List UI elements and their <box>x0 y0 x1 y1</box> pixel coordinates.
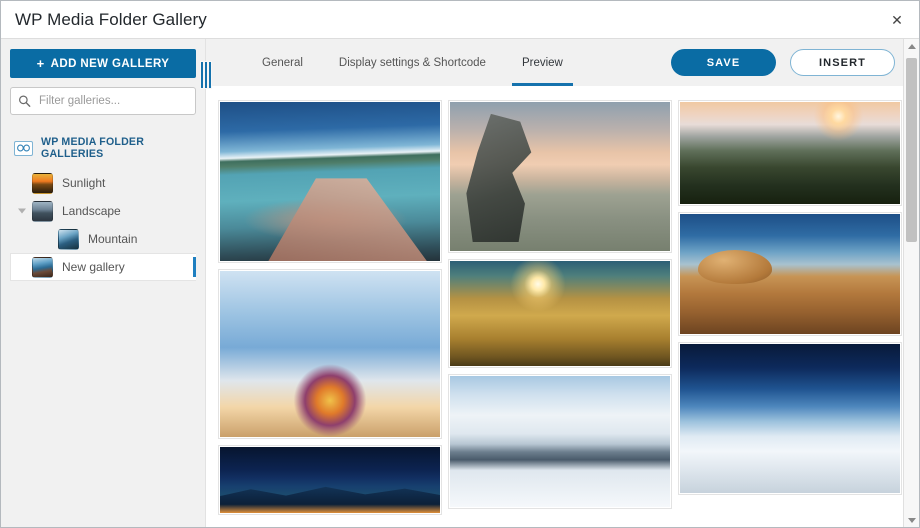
gallery-image-balanced-rock-desert[interactable] <box>678 212 902 336</box>
image-thumbnail <box>680 344 900 493</box>
modal-titlebar: WP Media Folder Gallery ✕ <box>1 1 919 39</box>
grip-line <box>209 62 211 88</box>
image-thumbnail <box>680 102 900 204</box>
modal-body: + ADD NEW GALLERY <box>1 39 919 527</box>
sidebar-item-label: Mountain <box>88 232 137 246</box>
gallery-column <box>448 100 672 509</box>
gallery-thumbnail <box>32 201 53 222</box>
gallery-image-sunrise-golden-field[interactable] <box>448 259 672 368</box>
filter-galleries-wrapper <box>10 87 196 115</box>
gallery-thumbnail <box>32 173 53 194</box>
gallery-sidebar: + ADD NEW GALLERY <box>1 39 206 527</box>
gallery-image-gargoyle-paris-view[interactable] <box>448 100 672 253</box>
vertical-scrollbar[interactable] <box>903 39 919 527</box>
tree-root-label: WP MEDIA FOLDER GALLERIES <box>41 136 194 160</box>
sidebar-item-new-gallery[interactable]: New gallery <box>10 253 196 281</box>
sidebar-item-label: New gallery <box>62 260 125 274</box>
sidebar-item-landscape[interactable]: Landscape <box>10 197 196 225</box>
tab-general[interactable]: General <box>244 39 321 86</box>
gallery-image-night-mountain-city[interactable] <box>218 445 442 515</box>
sidebar-item-label: Landscape <box>62 204 121 218</box>
gallery-column <box>218 100 442 515</box>
scrollbar-thumb[interactable] <box>906 58 917 242</box>
tab-preview[interactable]: Preview <box>504 39 581 86</box>
tab-display-settings-shortcode[interactable]: Display settings & Shortcode <box>321 39 504 86</box>
image-thumbnail <box>220 447 440 513</box>
filter-galleries-input[interactable] <box>10 87 196 115</box>
scrollbar-track[interactable] <box>904 53 919 513</box>
insert-button[interactable]: INSERT <box>790 49 895 76</box>
sidebar-item-sunlight[interactable]: Sunlight <box>10 169 196 197</box>
gallery-image-wooden-pier-lake[interactable] <box>218 100 442 263</box>
sidebar-item-mountain[interactable]: Mountain <box>10 225 196 253</box>
add-new-gallery-button[interactable]: + ADD NEW GALLERY <box>10 49 196 78</box>
gallery-image-snow-mountain-clouds[interactable] <box>448 374 672 509</box>
gallery-grid <box>218 100 919 515</box>
link-chain-icon <box>14 141 33 156</box>
gallery-thumbnail <box>58 229 79 250</box>
add-new-gallery-label: ADD NEW GALLERY <box>51 58 170 70</box>
image-thumbnail <box>450 261 670 366</box>
gallery-preview-area <box>206 86 919 527</box>
gallery-column <box>678 100 902 495</box>
sidebar-item-label: Sunlight <box>62 176 105 190</box>
save-button[interactable]: SAVE <box>671 49 776 76</box>
grip-line <box>201 62 203 88</box>
gallery-image-aerial-sunrise-fog[interactable] <box>678 100 902 206</box>
tab-bar: General Display settings & Shortcode Pre… <box>206 39 919 86</box>
sidebar-resize-handle[interactable] <box>200 61 212 89</box>
page-title: WP Media Folder Gallery <box>15 10 207 30</box>
chevron-down-icon[interactable] <box>18 209 26 214</box>
scroll-down-arrow-icon[interactable] <box>904 513 919 527</box>
image-thumbnail <box>680 214 900 334</box>
image-thumbnail <box>220 102 440 261</box>
tree-root-wp-media-folder-galleries[interactable]: WP MEDIA FOLDER GALLERIES <box>10 133 196 163</box>
plus-icon: + <box>37 57 45 70</box>
image-thumbnail <box>220 271 440 437</box>
gallery-thumbnail <box>32 257 53 278</box>
tab-actions: SAVE INSERT <box>671 39 919 86</box>
galleries-tree: WP MEDIA FOLDER GALLERIES Sunlight Lands… <box>10 133 196 281</box>
main-panel: General Display settings & Shortcode Pre… <box>206 39 919 527</box>
grip-line <box>205 62 207 88</box>
scroll-up-arrow-icon[interactable] <box>904 39 919 53</box>
gallery-image-carnival-swing-ride[interactable] <box>218 269 442 439</box>
image-thumbnail <box>450 376 670 507</box>
image-thumbnail <box>450 102 670 251</box>
gallery-modal: WP Media Folder Gallery ✕ + ADD NEW GALL… <box>0 0 920 528</box>
close-icon[interactable]: ✕ <box>883 6 911 34</box>
gallery-image-aerial-snow-peaks[interactable] <box>678 342 902 495</box>
